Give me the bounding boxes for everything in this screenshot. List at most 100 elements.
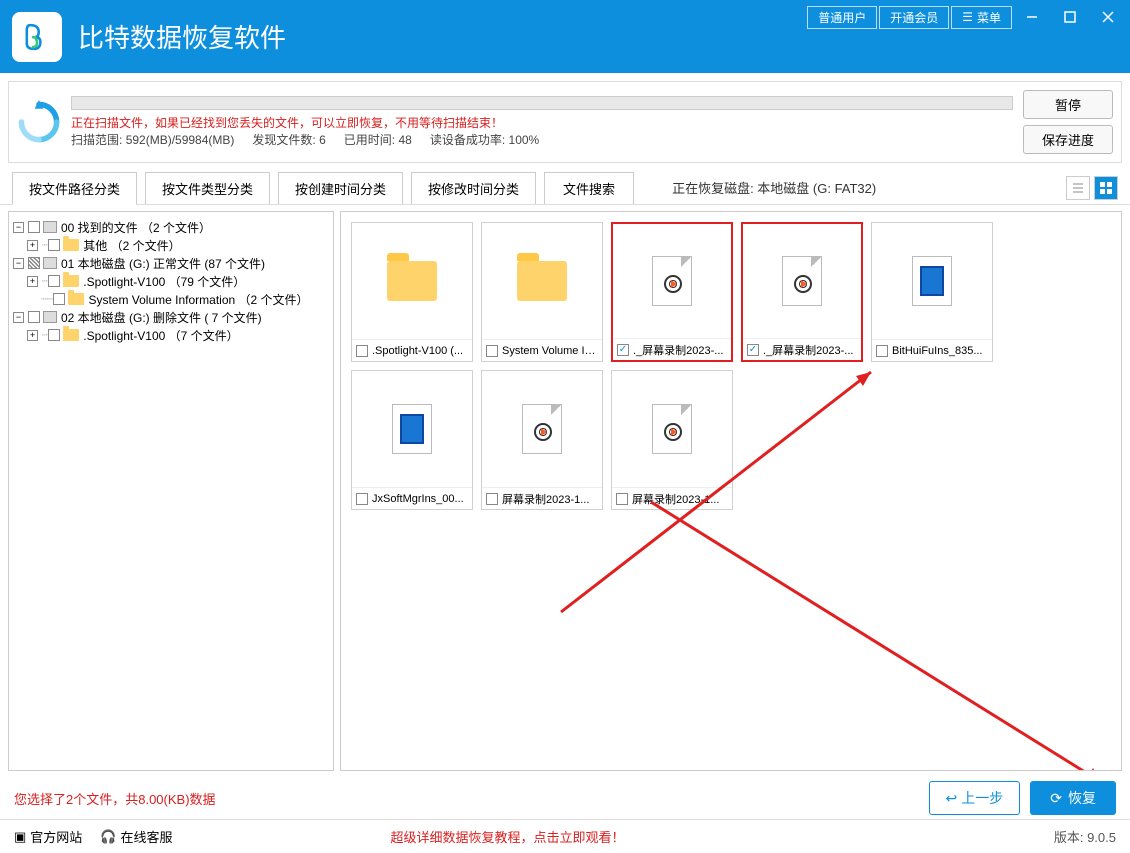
folder-icon [63,329,79,341]
video-file-icon [652,404,692,454]
file-checkbox[interactable] [616,493,628,505]
online-support-link[interactable]: 🎧在线客服 [100,827,172,846]
file-checkbox[interactable] [356,493,368,505]
tree-checkbox[interactable] [48,329,60,341]
app-title: 比特数据恢复软件 [78,18,286,55]
expand-icon[interactable]: + [27,276,38,287]
official-website-link[interactable]: ▣官方网站 [14,827,82,846]
file-name: JxSoftMgrIns_00... [372,493,464,505]
tree-checkbox[interactable] [28,221,40,233]
file-name: BitHuiFuIns_835... [892,345,983,357]
tree-checkbox[interactable] [48,275,60,287]
tree-label[interactable]: 01 本地磁盘 (G:) 正常文件 (87 个文件) [61,255,265,272]
scan-stats: 扫描范围: 592(MB)/59984(MB) 发现文件数: 6 已用时间: 4… [71,131,1013,148]
file-name: 屏幕录制2023-1... [632,491,719,507]
disk-icon [43,221,57,233]
expand-icon[interactable]: − [13,222,24,233]
menu-button[interactable]: ☰菜单 [951,6,1012,29]
globe-icon: ▣ [14,829,26,845]
file-item[interactable]: JxSoftMgrIns_00... [351,370,473,510]
category-tabs: 按文件路径分类 按文件类型分类 按创建时间分类 按修改时间分类 文件搜索 正在恢… [0,171,1130,205]
file-grid-panel: .Spotlight-V100 (... System Volume In...… [340,211,1122,771]
headset-icon: 🎧 [100,829,116,845]
tree-checkbox[interactable] [28,257,40,269]
recover-button[interactable]: ⟳恢复 [1030,781,1116,815]
tree-checkbox[interactable] [53,293,65,305]
folder-icon [63,239,79,251]
pause-button[interactable]: 暂停 [1023,90,1113,119]
tree-label[interactable]: 02 本地磁盘 (G:) 删除文件 ( 7 个文件) [61,309,262,326]
file-item[interactable]: ._屏幕录制2023-... [611,222,733,362]
file-checkbox[interactable] [486,493,498,505]
vip-button[interactable]: 开通会员 [879,6,949,29]
back-arrow-icon: ↩ [946,790,958,807]
save-progress-button[interactable]: 保存进度 [1023,125,1113,154]
folder-tree[interactable]: −00 找到的文件 （2 个文件） +┈其他 （2 个文件） −01 本地磁盘 … [8,211,334,771]
tab-by-path[interactable]: 按文件路径分类 [12,172,137,205]
file-checkbox[interactable] [617,344,629,356]
scan-progress-bar [71,96,1013,110]
file-checkbox[interactable] [876,345,888,357]
file-item[interactable]: 屏幕录制2023-1... [611,370,733,510]
selection-summary: 您选择了2个文件，共8.00(KB)数据 [14,789,216,808]
folder-icon [517,261,567,301]
refresh-icon: ⟳ [1050,790,1062,807]
close-button[interactable] [1090,4,1126,30]
tree-label[interactable]: .Spotlight-V100 （7 个文件） [83,327,238,344]
annotation-arrow-icon [641,492,1121,771]
expand-icon[interactable]: − [13,258,24,269]
video-file-icon [652,256,692,306]
tree-label[interactable]: 00 找到的文件 （2 个文件） [61,219,211,236]
expand-icon[interactable]: − [13,312,24,323]
tab-search[interactable]: 文件搜索 [544,172,634,204]
tab-by-modified[interactable]: 按修改时间分类 [411,172,536,204]
selection-summary-row: 您选择了2个文件，共8.00(KB)数据 ↩上一步 ⟳恢复 [0,777,1130,819]
video-file-icon [782,256,822,306]
titlebar: 比特数据恢复软件 普通用户 开通会员 ☰菜单 [0,0,1130,73]
folder-icon [63,275,79,287]
scan-status-bar: 正在扫描文件，如果已经找到您丢失的文件，可以立即恢复，不用等待扫描结束！ 扫描范… [8,81,1122,163]
app-logo [12,12,62,62]
tab-by-created[interactable]: 按创建时间分类 [278,172,403,204]
file-name: ._屏幕录制2023-... [763,342,853,358]
tree-label[interactable]: .Spotlight-V100 （79 个文件） [83,273,245,290]
file-checkbox[interactable] [747,344,759,356]
disk-icon [43,257,57,269]
video-file-icon [522,404,562,454]
expand-icon[interactable]: + [27,330,38,341]
view-grid-button[interactable] [1094,176,1118,200]
tab-by-type[interactable]: 按文件类型分类 [145,172,270,204]
file-name: .Spotlight-V100 (... [372,345,463,357]
folder-icon [387,261,437,301]
tree-checkbox[interactable] [48,239,60,251]
view-list-button[interactable] [1066,176,1090,200]
folder-icon [68,293,84,305]
tree-label[interactable]: System Volume Information （2 个文件） [88,291,308,308]
file-item[interactable]: BitHuiFuIns_835... [871,222,993,362]
file-item[interactable]: 屏幕录制2023-1... [481,370,603,510]
tree-checkbox[interactable] [28,311,40,323]
disk-icon [43,311,57,323]
file-name: 屏幕录制2023-1... [502,491,589,507]
minimize-button[interactable] [1014,4,1050,30]
expand-icon[interactable]: + [27,240,38,251]
exe-file-icon [912,256,952,306]
tutorial-link[interactable]: 超级详细数据恢复教程，点击立即观看！ [391,827,625,846]
file-checkbox[interactable] [486,345,498,357]
file-item[interactable]: .Spotlight-V100 (... [351,222,473,362]
maximize-button[interactable] [1052,4,1088,30]
file-item[interactable]: ._屏幕录制2023-... [741,222,863,362]
version-label: 版本: 9.0.5 [1054,827,1116,846]
prev-step-button[interactable]: ↩上一步 [929,781,1021,815]
file-name: System Volume In... [502,345,598,357]
bottom-bar: ▣官方网站 🎧在线客服 超级详细数据恢复教程，点击立即观看！ 版本: 9.0.5 [0,819,1130,853]
file-name: ._屏幕录制2023-... [633,342,723,358]
normal-user-button[interactable]: 普通用户 [807,6,877,29]
file-item[interactable]: System Volume In... [481,222,603,362]
scan-spinner-icon [17,100,61,144]
exe-file-icon [392,404,432,454]
scan-message: 正在扫描文件，如果已经找到您丢失的文件，可以立即恢复，不用等待扫描结束！ [71,114,1013,131]
file-checkbox[interactable] [356,345,368,357]
tree-label[interactable]: 其他 （2 个文件） [83,237,180,254]
recovery-disk-label: 正在恢复磁盘: 本地磁盘 (G: FAT32) [672,178,876,197]
